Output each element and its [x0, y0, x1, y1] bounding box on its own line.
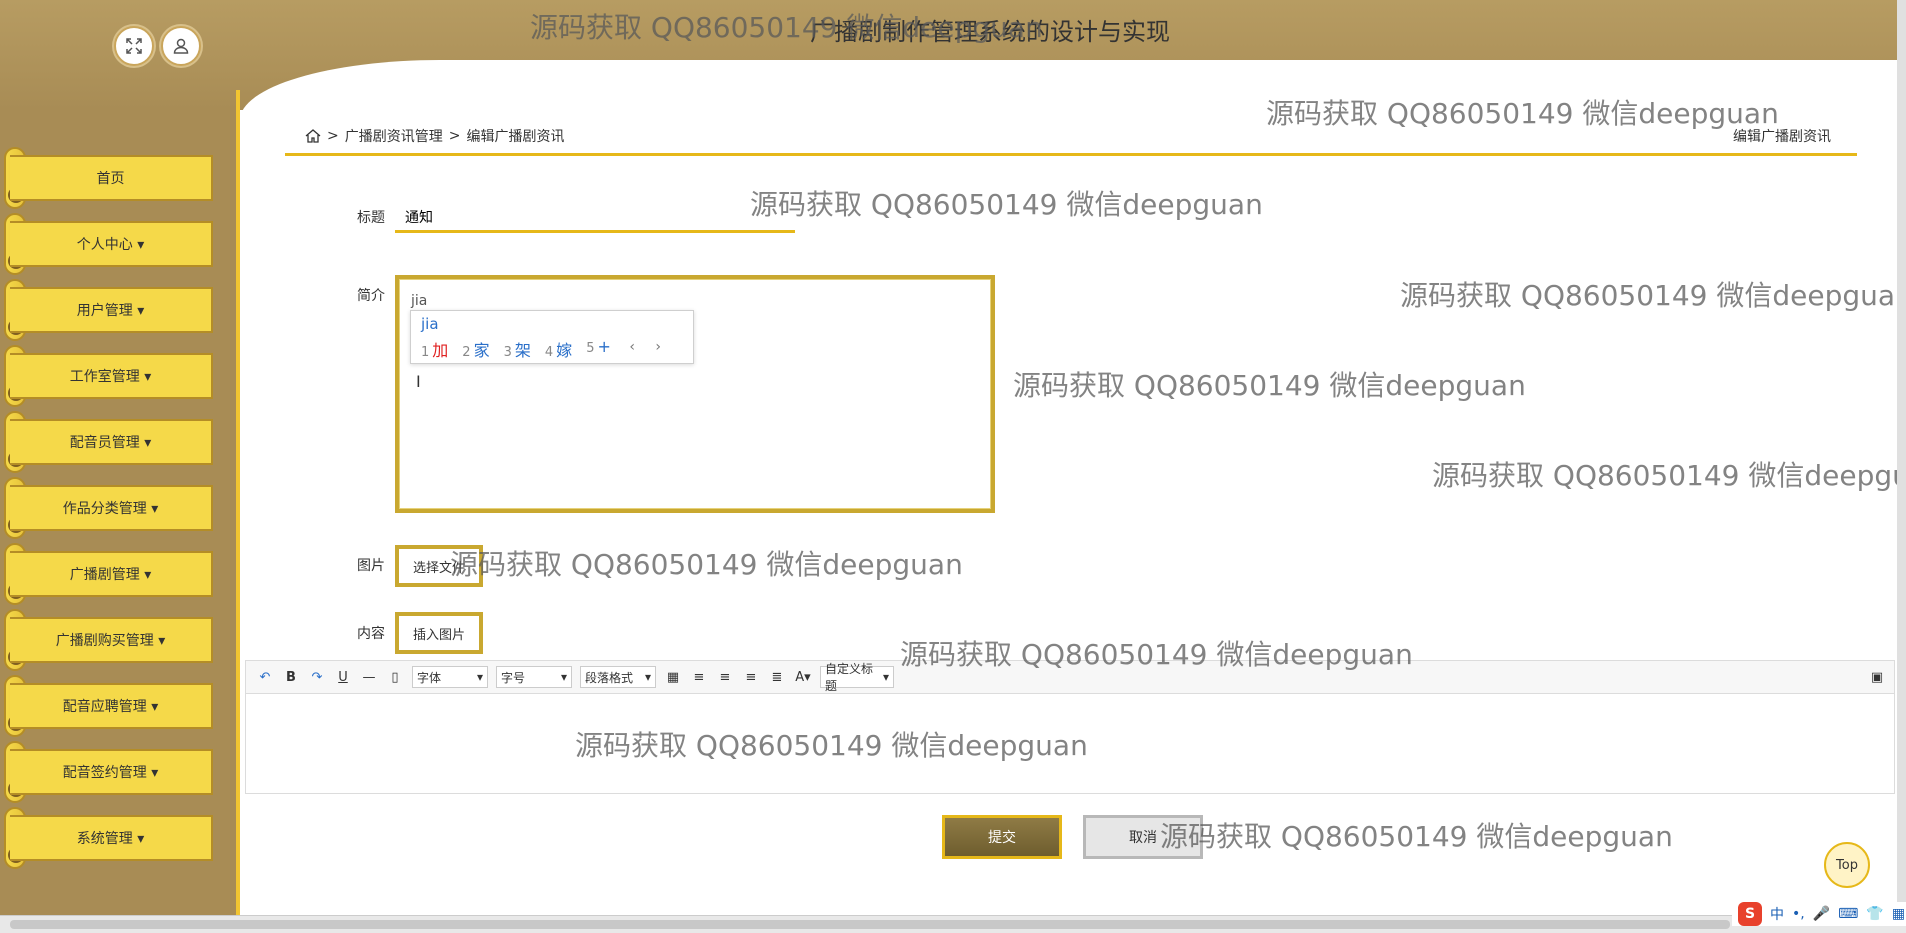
font-select[interactable]: 字体 ▾	[412, 666, 488, 688]
size-select-value: 字号	[501, 670, 526, 685]
sogou-ime-icon[interactable]: S	[1738, 902, 1762, 926]
undo-icon[interactable]: ↶	[256, 668, 274, 686]
sidebar-item[interactable]: 作品分类管理 ▾	[10, 485, 213, 531]
user-button[interactable]	[161, 26, 201, 66]
ime-candidate[interactable]: 2家	[462, 337, 489, 361]
watermark: 源码获取 QQ86050149 微信deepguan	[1013, 369, 1526, 402]
bold-icon[interactable]: B	[282, 668, 300, 686]
table-icon[interactable]: ▦	[664, 668, 682, 686]
summary-value: jia	[411, 293, 428, 309]
watermark: 源码获取 QQ86050149 微信deepguan	[900, 638, 1413, 671]
submit-button[interactable]: 提交	[942, 815, 1062, 859]
font-color-icon[interactable]: A▾	[794, 668, 812, 686]
ime-candidate-text: 嫁	[556, 341, 573, 360]
image-label: 图片	[357, 558, 385, 574]
ime-candidate-text: 家	[473, 341, 490, 360]
sidebar-item[interactable]: 配音员管理 ▾	[10, 419, 213, 465]
microphone-icon[interactable]: 🎤	[1813, 906, 1830, 922]
chevron-down-icon: ▾	[882, 670, 889, 684]
breadcrumb-underline	[285, 153, 1857, 156]
text-cursor-icon: I	[416, 372, 421, 391]
ime-candidate-number: 4	[544, 345, 554, 360]
breadcrumb-sep: >	[448, 128, 461, 144]
ime-candidate[interactable]: 4嫁	[545, 337, 572, 361]
back-to-top-button[interactable]: Top	[1824, 842, 1870, 888]
ime-candidate[interactable]: 3架	[504, 337, 531, 361]
fullscreen-editor-icon[interactable]: ▣	[1868, 668, 1886, 686]
toolbox-icon[interactable]: ▦	[1892, 906, 1905, 922]
watermark: 源码获取 QQ86050149 微信deepguan	[750, 188, 1263, 221]
sidebar-item[interactable]: 系统管理 ▾	[10, 815, 213, 861]
title-label: 标题	[357, 210, 385, 226]
align-right-icon[interactable]: ≡	[716, 668, 734, 686]
watermark: 源码获取 QQ86050149 微信deepguan	[1160, 820, 1673, 853]
watermark: 源码获取 QQ86050149 微信deepguan	[575, 729, 1088, 762]
watermark: 源码获取 QQ86050149 微信deepguan	[450, 548, 963, 581]
breadcrumb: > 广播剧资讯管理 > 编辑广播剧资讯	[305, 126, 564, 146]
page-icon[interactable]: ▯	[386, 668, 404, 686]
ime-tray: S 中 •, 🎤 ⌨ 👕 ▦	[1732, 902, 1906, 926]
align-center-icon[interactable]: ≡	[742, 668, 760, 686]
custom-title-select[interactable]: 自定义标题 ▾	[820, 662, 894, 693]
ime-candidate[interactable]: 1加	[421, 337, 448, 361]
sidebar-item[interactable]: 个人中心 ▾	[10, 221, 213, 267]
skin-icon[interactable]: 👕	[1866, 906, 1883, 922]
ime-candidate[interactable]: 5 +	[586, 337, 611, 361]
redo-icon[interactable]: ↷	[308, 668, 326, 686]
sidebar-item[interactable]: 工作室管理 ▾	[10, 353, 213, 399]
font-select-value: 字体	[417, 670, 442, 685]
chevron-down-icon: ▾	[560, 670, 567, 684]
ime-candidate-number: 1	[421, 345, 430, 360]
watermark: 源码获取 QQ86050149 微信deepguan	[1400, 279, 1906, 312]
vertical-scrollbar[interactable]	[1897, 0, 1906, 915]
keyboard-icon[interactable]: ⌨	[1838, 906, 1858, 922]
watermark: 源码获取 QQ86050149 微信deepguan	[1266, 97, 1779, 130]
ime-candidate-text: 加	[432, 341, 449, 360]
custom-title-value: 自定义标题	[825, 662, 874, 693]
breadcrumb-level1[interactable]: 广播剧资讯管理	[345, 126, 443, 146]
insert-image-button[interactable]: 插入图片	[395, 612, 483, 654]
ime-candidate-number: 5	[586, 341, 595, 356]
content-label: 内容	[357, 626, 385, 642]
paragraph-select-value: 段落格式	[585, 670, 634, 685]
sidebar-item[interactable]: 广播剧管理 ▾	[10, 551, 213, 597]
chevron-down-icon: ▾	[476, 670, 483, 684]
fullscreen-button[interactable]	[114, 26, 154, 66]
ime-candidate-number: 3	[503, 345, 512, 360]
justify-icon[interactable]: ≣	[768, 668, 786, 686]
ime-candidate-text: +	[597, 337, 611, 356]
paragraph-select[interactable]: 段落格式 ▾	[580, 666, 656, 688]
home-icon[interactable]	[305, 128, 321, 144]
align-left-icon[interactable]: ≡	[690, 668, 708, 686]
expand-icon	[126, 38, 142, 54]
watermark: 源码获取 QQ86050149 微信deepguan	[1432, 459, 1906, 492]
underline-icon[interactable]: U	[334, 668, 352, 686]
size-select[interactable]: 字号 ▾	[496, 666, 572, 688]
horizontal-scrollbar[interactable]	[0, 915, 1906, 933]
sidebar-item[interactable]: 配音应聘管理 ▾	[10, 683, 213, 729]
breadcrumb-level2: 编辑广播剧资讯	[466, 129, 565, 145]
sidebar-item[interactable]: 广播剧购买管理 ▾	[10, 617, 213, 663]
summary-label: 简介	[357, 288, 385, 304]
ime-candidates: 1 加 2 家 3 架 4 嫁 5 +	[421, 337, 611, 361]
ime-candidate-number: 2	[462, 345, 471, 360]
watermark: 源码获取 QQ86050149 微信deepguan	[530, 11, 1043, 44]
horizontal-rule-icon[interactable]: —	[360, 668, 378, 686]
sidebar-item[interactable]: 用户管理 ▾	[10, 287, 213, 333]
sidebar-item[interactable]: 配音签约管理 ▾	[10, 749, 213, 795]
ime-composition: jia	[421, 315, 439, 333]
breadcrumb-sep: >	[327, 128, 339, 144]
sidebar-item[interactable]: 首页	[10, 155, 213, 201]
title-input[interactable]	[395, 203, 795, 233]
punctuation-icon[interactable]: •,	[1792, 906, 1805, 922]
user-icon	[173, 38, 189, 54]
ime-candidate-text: 架	[514, 341, 531, 360]
ime-page-nav[interactable]: ‹ ›	[629, 339, 669, 355]
scrollbar-thumb[interactable]	[10, 920, 1730, 929]
ime-mode-indicator[interactable]: 中	[1770, 904, 1784, 924]
sidebar-divider	[236, 90, 240, 915]
chevron-down-icon: ▾	[644, 670, 651, 684]
ime-candidate-window[interactable]: jia 1 加 2 家 3 架 4 嫁 5 + ‹ ›	[410, 310, 694, 364]
